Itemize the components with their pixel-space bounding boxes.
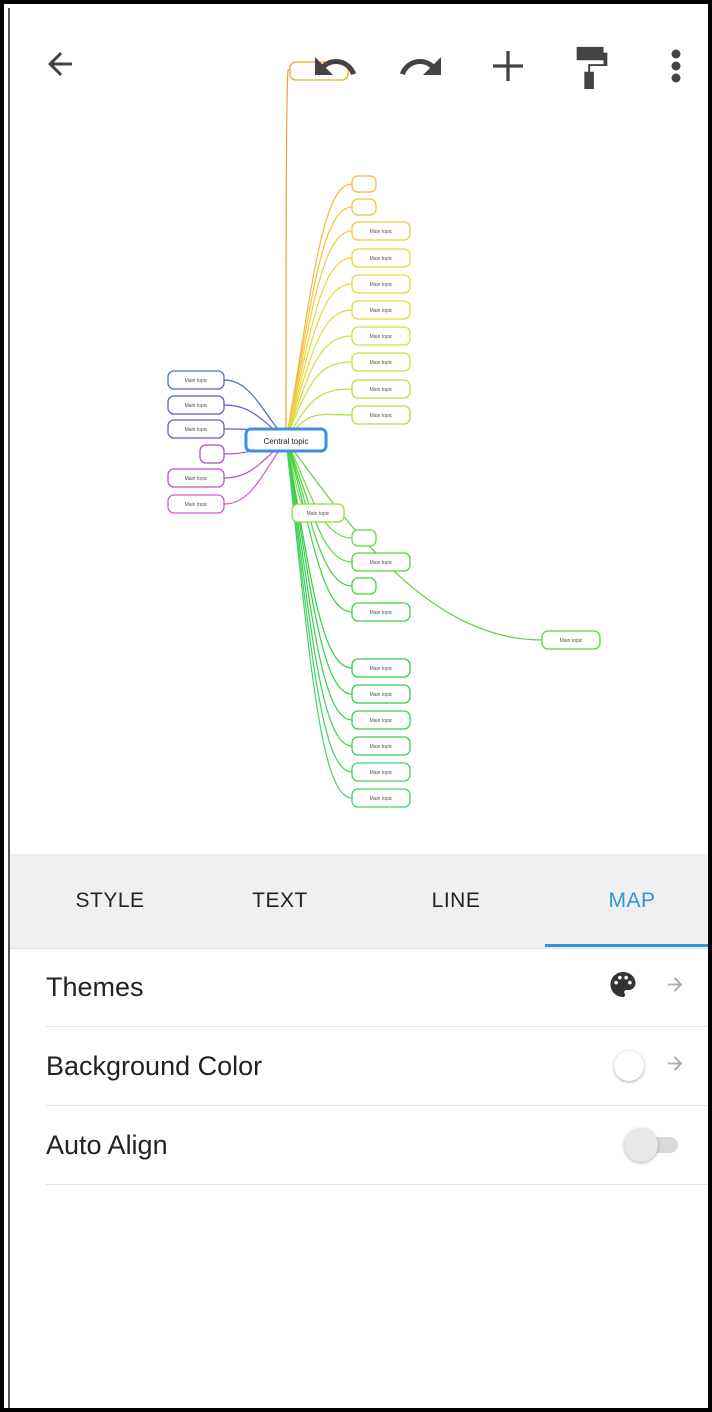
active-tab-indicator: [545, 944, 708, 947]
topic-node[interactable]: Main topic: [541, 630, 601, 650]
topic-label: Main topic: [185, 378, 208, 384]
topic-node[interactable]: Main topic: [167, 419, 225, 439]
branch-line: [285, 69, 289, 441]
branch-line: [285, 230, 353, 441]
format-button[interactable]: [570, 42, 614, 90]
topic-label: Main topic: [370, 610, 393, 616]
topic-node[interactable]: Main topic: [351, 326, 411, 346]
topic-node[interactable]: [351, 529, 377, 547]
plus-icon: [493, 51, 523, 81]
topic-node[interactable]: [351, 577, 377, 595]
topic-label: Main topic: [370, 256, 393, 262]
toggle-thumb: [624, 1128, 658, 1162]
topic-label: Main topic: [370, 282, 393, 288]
arrow-right-icon: [664, 974, 686, 1001]
topic-node[interactable]: Main topic: [351, 658, 411, 678]
app-frame: Main topic Main topic Main topic Main topic…: [0, 0, 712, 1412]
topic-node[interactable]: [351, 198, 377, 216]
topic-node[interactable]: Main topic: [351, 405, 411, 425]
topic-node[interactable]: Main topic: [351, 602, 411, 622]
topic-node[interactable]: Main topic: [291, 503, 345, 523]
topic-node[interactable]: Main topic: [351, 736, 411, 756]
background-color-swatch: [614, 1051, 644, 1081]
topic-label: Main topic: [370, 360, 393, 366]
topic-label: Main topic: [307, 511, 330, 517]
back-button[interactable]: [40, 44, 80, 84]
topic-label: Main topic: [370, 308, 393, 314]
more-vert-icon: [671, 49, 681, 83]
topic-label: Main topic: [185, 502, 208, 508]
topic-node[interactable]: Main topic: [351, 300, 411, 320]
topic-label: Main topic: [370, 692, 393, 698]
topic-label: Main topic: [370, 560, 393, 566]
topic-node[interactable]: Main topic: [351, 221, 411, 241]
topic-label: Main topic: [370, 770, 393, 776]
auto-align-row: Auto Align: [46, 1106, 708, 1185]
central-topic-label: Central topic: [264, 437, 309, 446]
topic-node[interactable]: Main topic: [167, 494, 225, 514]
topic-node[interactable]: Main topic: [351, 762, 411, 782]
topic-label: Main topic: [370, 387, 393, 393]
redo-button[interactable]: [394, 46, 448, 92]
topic-node[interactable]: Main topic: [351, 552, 411, 572]
topic-label: Main topic: [560, 638, 583, 644]
topic-node[interactable]: [351, 175, 377, 193]
topic-node[interactable]: Main topic: [351, 248, 411, 268]
topic-node[interactable]: Main topic: [167, 370, 225, 390]
more-options-button[interactable]: [662, 44, 690, 88]
topic-label: Main topic: [185, 427, 208, 433]
topic-label: Main topic: [370, 744, 393, 750]
topic-node[interactable]: Main topic: [351, 274, 411, 294]
auto-align-label: Auto Align: [46, 1129, 168, 1160]
undo-icon: [315, 57, 356, 75]
undo-button[interactable]: [308, 46, 362, 92]
themes-row[interactable]: Themes: [46, 948, 708, 1027]
topic-node[interactable]: Main topic: [351, 379, 411, 399]
tab-map[interactable]: MAP: [548, 854, 708, 948]
palette-icon: [608, 970, 638, 1005]
topic-node[interactable]: Main topic: [167, 395, 225, 415]
tab-line[interactable]: LINE: [372, 854, 540, 948]
topic-node[interactable]: Main topic: [351, 684, 411, 704]
mindmap-canvas[interactable]: Main topic Main topic Main topic Main topic…: [10, 8, 712, 854]
paint-roller-icon: [576, 46, 608, 89]
topic-node[interactable]: Main topic: [167, 468, 225, 488]
topic-label: Main topic: [370, 334, 393, 340]
add-topic-button[interactable]: [486, 44, 530, 88]
topic-label: Main topic: [185, 476, 208, 482]
redo-icon: [400, 57, 441, 75]
branch-line: [285, 257, 353, 441]
background-color-row[interactable]: Background Color: [46, 1027, 708, 1106]
tab-style[interactable]: STYLE: [26, 854, 194, 948]
topic-label: Main topic: [370, 413, 393, 419]
format-tab-bar: STYLE TEXT LINE MAP: [10, 854, 708, 949]
central-topic-node[interactable]: Central topic: [244, 427, 328, 453]
topic-node[interactable]: Main topic: [351, 710, 411, 730]
topic-label: Main topic: [370, 666, 393, 672]
topic-node[interactable]: Main topic: [351, 352, 411, 372]
arrow-right-icon: [664, 1053, 686, 1080]
auto-align-toggle[interactable]: [624, 1128, 682, 1162]
topic-node[interactable]: [199, 444, 225, 464]
topic-label: Main topic: [370, 718, 393, 724]
topic-node[interactable]: Main topic: [351, 788, 411, 808]
app-screen: Main topic Main topic Main topic Main topic…: [8, 8, 708, 1408]
topic-label: Main topic: [370, 229, 393, 235]
topic-label: Main topic: [370, 796, 393, 802]
arrow-left-icon: [48, 52, 72, 76]
background-color-label: Background Color: [46, 1050, 263, 1081]
tab-text[interactable]: TEXT: [196, 854, 364, 948]
topic-label: Main topic: [185, 403, 208, 409]
